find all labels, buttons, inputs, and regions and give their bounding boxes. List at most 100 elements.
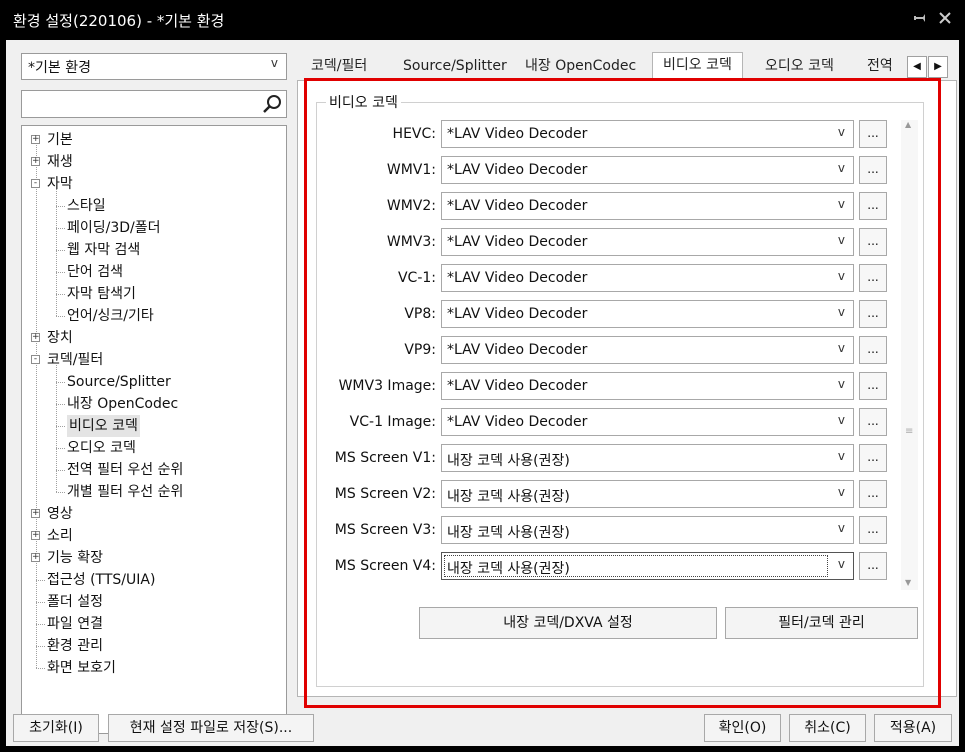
tree-item[interactable]: 영상	[47, 503, 73, 525]
codec-options-button[interactable]: ...	[859, 264, 887, 292]
tree-item[interactable]: 기능 확장	[47, 547, 103, 569]
codec-select[interactable]: *LAV Video Decoder v	[441, 408, 854, 436]
tree-item[interactable]: 환경 관리	[47, 635, 103, 657]
expand-icon[interactable]: +	[31, 157, 40, 166]
chevron-down-icon: v	[837, 233, 845, 247]
tab-global[interactable]: 전역	[867, 54, 893, 80]
scroll-up-icon[interactable]: ▲	[905, 120, 911, 129]
tree-item[interactable]: 페이딩/3D/폴더	[67, 217, 161, 239]
codec-select-value: *LAV Video Decoder	[447, 378, 588, 394]
tree-item[interactable]: 소리	[47, 525, 73, 547]
codec-select-value: 내장 코덱 사용(권장)	[447, 489, 570, 505]
tab-codec-filter[interactable]: 코덱/필터	[311, 54, 367, 80]
codec-label: MS Screen V1:	[334, 450, 436, 466]
chevron-down-icon: v	[837, 377, 845, 391]
tree-item[interactable]: 기본	[47, 129, 73, 151]
expand-icon[interactable]: +	[31, 531, 40, 540]
ok-button[interactable]: 확인(O)	[704, 714, 781, 742]
magnifier-icon[interactable]	[261, 93, 283, 119]
tree-item[interactable]: 웹 자막 검색	[67, 239, 140, 261]
codec-select[interactable]: 내장 코덱 사용(권장) v	[441, 444, 854, 472]
tree-connector	[56, 382, 65, 383]
tab-audio-codec[interactable]: 오디오 코덱	[765, 54, 834, 80]
scroll-down-icon[interactable]: ▼	[905, 578, 911, 587]
codec-options-button[interactable]: ...	[859, 156, 887, 184]
collapse-icon[interactable]: -	[31, 355, 40, 364]
codec-options-button[interactable]: ...	[859, 336, 887, 364]
reset-button[interactable]: 초기화(I)	[13, 714, 99, 742]
codec-options-button[interactable]: ...	[859, 444, 887, 472]
tree-item[interactable]: 화면 보호기	[47, 657, 116, 679]
tab-source-splitter[interactable]: Source/Splitter	[403, 54, 507, 80]
codec-options-button[interactable]: ...	[859, 552, 887, 580]
filter-codec-manage-button[interactable]: 필터/코덱 관리	[725, 607, 918, 639]
codec-select[interactable]: 내장 코덱 사용(권장) v	[441, 552, 854, 580]
tree-item[interactable]: 개별 필터 우선 순위	[67, 481, 183, 503]
tree-item[interactable]: 파일 연결	[47, 613, 103, 635]
tree-connector	[36, 580, 45, 581]
tree-item[interactable]: 자막	[47, 173, 73, 195]
codec-select[interactable]: *LAV Video Decoder v	[441, 336, 854, 364]
codec-options-button[interactable]: ...	[859, 120, 887, 148]
dxva-settings-button[interactable]: 내장 코덱/DXVA 설정	[419, 607, 717, 639]
profile-select-value: *기본 환경	[28, 60, 91, 76]
title-bar[interactable]: 환경 설정(220106) - *기본 환경	[0, 0, 965, 40]
scrollbar[interactable]: ▲ ≡ ▼	[901, 120, 918, 590]
chevron-down-icon: v	[837, 341, 845, 355]
tree-item[interactable]: 언어/싱크/기타	[67, 305, 154, 327]
tree-item[interactable]: 장치	[47, 327, 73, 349]
tree-connector	[56, 228, 65, 229]
tree-item[interactable]: 접근성 (TTS/UIA)	[47, 569, 155, 591]
codec-select[interactable]: 내장 코덱 사용(권장) v	[441, 480, 854, 508]
tree-item[interactable]: Source/Splitter	[67, 371, 171, 393]
cancel-button[interactable]: 취소(C)	[789, 714, 866, 742]
collapse-icon[interactable]: -	[31, 179, 40, 188]
search-input[interactable]	[21, 90, 287, 118]
codec-options-button[interactable]: ...	[859, 372, 887, 400]
codec-select[interactable]: *LAV Video Decoder v	[441, 192, 854, 220]
tree-item[interactable]: 폴더 설정	[47, 591, 103, 613]
codec-select[interactable]: *LAV Video Decoder v	[441, 372, 854, 400]
codec-options-button[interactable]: ...	[859, 516, 887, 544]
codec-select[interactable]: *LAV Video Decoder v	[441, 156, 854, 184]
pin-icon[interactable]	[911, 10, 931, 30]
chevron-down-icon: v	[837, 557, 845, 571]
codec-select[interactable]: *LAV Video Decoder v	[441, 120, 854, 148]
tree-item[interactable]: 오디오 코덱	[67, 437, 136, 459]
codec-select[interactable]: *LAV Video Decoder v	[441, 228, 854, 256]
codec-options-button[interactable]: ...	[859, 228, 887, 256]
save-profile-button[interactable]: 현재 설정 파일로 저장(S)...	[108, 714, 314, 742]
tree-item[interactable]: 단어 검색	[67, 261, 123, 283]
tab-scroll-right-icon[interactable]: ▶	[928, 56, 948, 78]
expand-icon[interactable]: +	[31, 333, 40, 342]
close-icon[interactable]	[935, 10, 955, 30]
codec-options-button[interactable]: ...	[859, 300, 887, 328]
tree-item[interactable]: 내장 OpenCodec	[67, 393, 178, 415]
settings-tree[interactable]: 기본 + 재생 + 자막 - 스타일 페이딩/3D/폴더 웹 자막 검색 단어 검색 자막 탐색기 언…	[21, 125, 287, 734]
profile-select[interactable]: *기본 환경 v	[21, 53, 287, 80]
tab-opencodec[interactable]: 내장 OpenCodec	[525, 54, 636, 80]
tab-scroll-left-icon[interactable]: ◀	[907, 56, 927, 78]
expand-icon[interactable]: +	[31, 135, 40, 144]
codec-options-button[interactable]: ...	[859, 480, 887, 508]
tree-connector	[36, 140, 37, 668]
codec-select[interactable]: 내장 코덱 사용(권장) v	[441, 516, 854, 544]
tab-video-codec[interactable]: 비디오 코덱	[652, 52, 743, 81]
codec-select[interactable]: *LAV Video Decoder v	[441, 264, 854, 292]
tree-item[interactable]: 자막 탐색기	[67, 283, 136, 305]
codec-select[interactable]: *LAV Video Decoder v	[441, 300, 854, 328]
tree-item[interactable]: 스타일	[67, 195, 106, 217]
codec-options-button[interactable]: ...	[859, 408, 887, 436]
chevron-down-icon: v	[837, 269, 845, 283]
tree-item[interactable]: 비디오 코덱	[67, 415, 140, 437]
tree-item[interactable]: 전역 필터 우선 순위	[67, 459, 183, 481]
tree-item[interactable]: 코덱/필터	[47, 349, 103, 371]
codec-label: VC-1:	[397, 270, 436, 286]
codec-label: WMV3:	[386, 234, 436, 250]
tree-connector	[56, 470, 65, 471]
expand-icon[interactable]: +	[31, 553, 40, 562]
codec-options-button[interactable]: ...	[859, 192, 887, 220]
expand-icon[interactable]: +	[31, 509, 40, 518]
apply-button[interactable]: 적용(A)	[874, 714, 952, 742]
tree-item[interactable]: 재생	[47, 151, 73, 173]
